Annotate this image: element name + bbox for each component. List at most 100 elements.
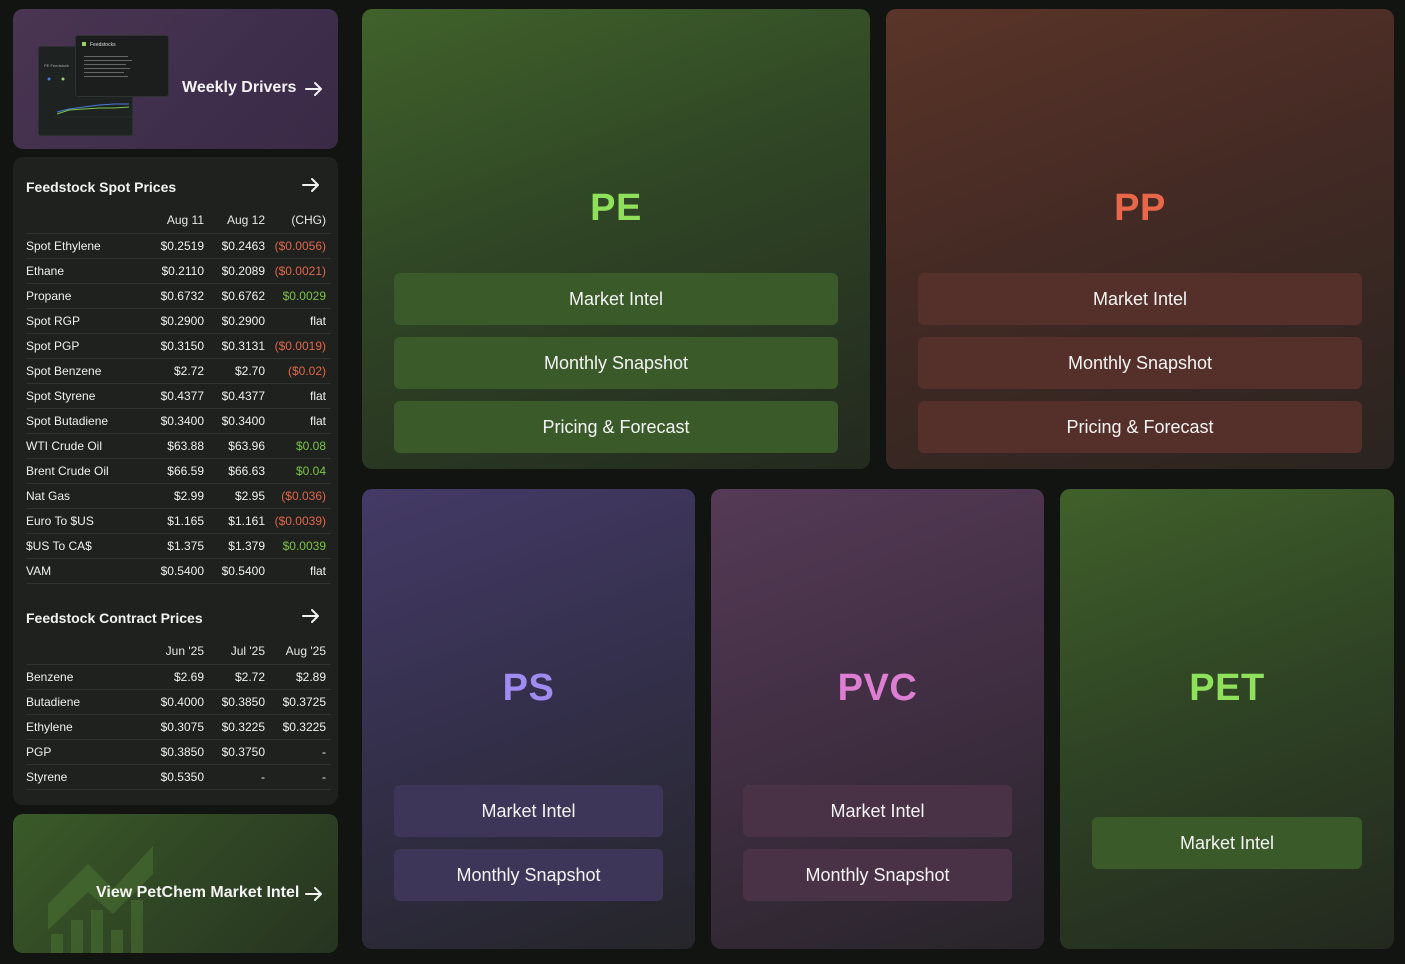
pvc-monthly-snapshot-button[interactable]: Monthly Snapshot xyxy=(743,849,1012,901)
spot-price-change: ($0.036) xyxy=(270,482,331,508)
ps-monthly-snapshot-button[interactable]: Monthly Snapshot xyxy=(394,849,663,901)
spot-price-change: $0.04 xyxy=(270,457,331,483)
spot-item-name: Spot Styrene xyxy=(26,382,148,408)
spot-item-name: Euro To $US xyxy=(26,507,148,533)
pp-pricing-forecast-button[interactable]: Pricing & Forecast xyxy=(918,401,1362,453)
spot-price-row: Spot Benzene $2.72 $2.70 ($0.02) xyxy=(26,357,331,383)
contract-price-col3: - xyxy=(270,738,331,764)
pp-card: PP Market Intel Monthly Snapshot Pricing… xyxy=(886,9,1394,469)
contract-col1-header: Jun '25 xyxy=(165,644,204,659)
spot-price-change: flat xyxy=(270,307,331,333)
spot-price-row: $US To CA$ $1.375 $1.379 $0.0039 xyxy=(26,532,331,558)
spot-price-col1: $0.3150 xyxy=(148,332,209,358)
pet-market-intel-button[interactable]: Market Intel xyxy=(1092,817,1362,869)
weekly-drivers-card[interactable]: PE Feedstock Feedstocks Weekly Drivers xyxy=(13,9,338,149)
spot-price-row: Spot RGP $0.2900 $0.2900 flat xyxy=(26,307,331,333)
spot-price-change: ($0.0056) xyxy=(270,232,331,258)
weekly-drivers-label: Weekly Drivers xyxy=(182,79,297,96)
spot-price-col1: $0.4377 xyxy=(148,382,209,408)
pvc-market-intel-button[interactable]: Market Intel xyxy=(743,785,1012,837)
pe-monthly-snapshot-button[interactable]: Monthly Snapshot xyxy=(394,337,838,389)
contract-price-col3: - xyxy=(270,763,331,790)
pet-title: PET xyxy=(1189,667,1265,709)
spot-item-name: $US To CA$ xyxy=(26,532,148,558)
contract-price-col2: $0.3850 xyxy=(209,688,270,714)
spot-item-name: Propane xyxy=(26,282,148,308)
spot-price-col1: $1.165 xyxy=(148,507,209,533)
arrow-right-icon xyxy=(305,887,322,901)
pe-title: PE xyxy=(590,187,642,229)
spot-prices-header: Aug 11 Aug 12 (CHG) xyxy=(26,208,331,233)
weekly-drivers-thumbnail-note: Feedstocks xyxy=(75,35,169,97)
spot-price-col2: $0.2463 xyxy=(209,232,270,258)
contract-prices-title: Feedstock Contract Prices xyxy=(26,610,203,626)
spot-item-name: Spot PGP xyxy=(26,332,148,358)
spot-price-change: flat xyxy=(270,557,331,584)
contract-price-col3: $0.3725 xyxy=(270,688,331,714)
contract-price-col1: $0.3850 xyxy=(148,738,209,764)
contract-price-col3: $2.89 xyxy=(270,663,331,689)
spot-price-col1: $0.6732 xyxy=(148,282,209,308)
spot-prices-arrow-icon[interactable] xyxy=(301,175,321,195)
spot-price-col1: $2.72 xyxy=(148,357,209,383)
contract-prices-table: Jun '25 Jul '25 Aug '25 Benzene $2.69 $2.7… xyxy=(26,639,331,790)
spot-price-change: ($0.0039) xyxy=(270,507,331,533)
feedstock-panel: Feedstock Spot Prices Aug 11 Aug 12 (CHG… xyxy=(13,157,338,805)
petchem-market-intel-card[interactable]: View PetChem Market Intel xyxy=(13,814,338,953)
spot-price-row: Spot Styrene $0.4377 $0.4377 flat xyxy=(26,382,331,408)
spot-price-row: WTI Crude Oil $63.88 $63.96 $0.08 xyxy=(26,432,331,458)
spot-price-row: Spot Butadiene $0.3400 $0.3400 flat xyxy=(26,407,331,433)
arrow-right-icon xyxy=(305,82,322,96)
ps-card: PS Market Intel Monthly Snapshot xyxy=(362,489,695,949)
contract-item-name: Benzene xyxy=(26,663,148,689)
petchem-label: View PetChem Market Intel xyxy=(96,884,300,901)
spot-item-name: Spot RGP xyxy=(26,307,148,333)
spot-price-col2: $2.95 xyxy=(209,482,270,508)
contract-price-col1: $2.69 xyxy=(148,663,209,689)
spot-price-col1: $0.3400 xyxy=(148,407,209,433)
spot-price-change: $0.0029 xyxy=(270,282,331,308)
spot-price-col1: $2.99 xyxy=(148,482,209,508)
contract-price-row: Styrene $0.5350- - xyxy=(26,763,331,790)
spot-item-name: Spot Butadiene xyxy=(26,407,148,433)
spot-price-row: Brent Crude Oil $66.59 $66.63 $0.04 xyxy=(26,457,331,483)
contract-price-row: PGP $0.3850 $0.3750- xyxy=(26,738,331,764)
pp-monthly-snapshot-button[interactable]: Monthly Snapshot xyxy=(918,337,1362,389)
pp-market-intel-button[interactable]: Market Intel xyxy=(918,273,1362,325)
spot-price-col2: $66.63 xyxy=(209,457,270,483)
contract-item-name: PGP xyxy=(26,738,148,764)
spot-price-col2: $1.161 xyxy=(209,507,270,533)
spot-price-row: Spot Ethylene $0.2519 $0.2463 ($0.0056) xyxy=(26,232,331,258)
spot-item-name: VAM xyxy=(26,557,148,584)
spot-price-col2: $1.379 xyxy=(209,532,270,558)
spot-price-change: ($0.0019) xyxy=(270,332,331,358)
contract-name-header xyxy=(26,639,148,664)
spot-price-col2: $0.5400 xyxy=(209,557,270,584)
spot-price-col2: $0.4377 xyxy=(209,382,270,408)
spot-price-col2: $0.3131 xyxy=(209,332,270,358)
pe-market-intel-button[interactable]: Market Intel xyxy=(394,273,838,325)
contract-col3-header: Aug '25 xyxy=(285,644,326,659)
ps-market-intel-button[interactable]: Market Intel xyxy=(394,785,663,837)
spot-name-header xyxy=(26,208,148,233)
spot-price-col1: $63.88 xyxy=(148,432,209,458)
spot-col2-header: Aug 12 xyxy=(226,213,265,228)
spot-prices-table: Aug 11 Aug 12 (CHG) Spot Ethylene $0.2519… xyxy=(26,208,331,584)
spot-item-name: Nat Gas xyxy=(26,482,148,508)
spot-price-row: Euro To $US $1.165 $1.161 ($0.0039) xyxy=(26,507,331,533)
spot-col1-header: Aug 11 xyxy=(166,213,204,228)
contract-prices-header: Jun '25 Jul '25 Aug '25 xyxy=(26,639,331,664)
contract-prices-body: Benzene $2.69 $2.72 $2.89 Butadiene $0.4000 $0… xyxy=(26,663,331,790)
spot-item-name: Spot Benzene xyxy=(26,357,148,383)
pe-pricing-forecast-button[interactable]: Pricing & Forecast xyxy=(394,401,838,453)
contract-item-name: Butadiene xyxy=(26,688,148,714)
spot-price-col1: $0.2110 xyxy=(148,257,209,283)
contract-item-name: Styrene xyxy=(26,763,148,790)
spot-price-change: $0.08 xyxy=(270,432,331,458)
spot-item-name: WTI Crude Oil xyxy=(26,432,148,458)
spot-price-row: Ethane $0.2110 $0.2089 ($0.0021) xyxy=(26,257,331,283)
spot-price-col2: $0.3400 xyxy=(209,407,270,433)
contract-prices-arrow-icon[interactable] xyxy=(301,606,321,626)
contract-col2-header: Jul '25 xyxy=(230,644,265,659)
contract-price-col1: $0.3075 xyxy=(148,713,209,739)
